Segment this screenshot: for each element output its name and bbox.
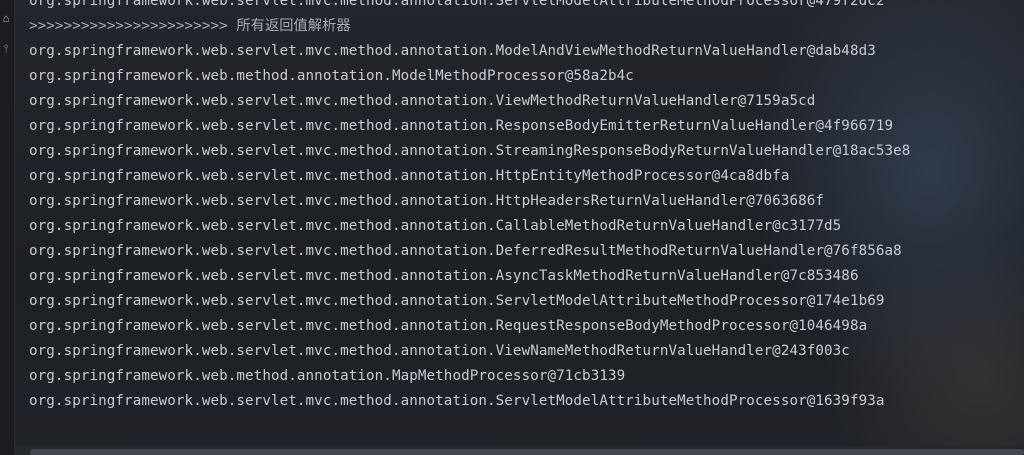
console-line: org.springframework.web.servlet.mvc.meth… bbox=[29, 293, 885, 309]
console-line: org.springframework.web.method.annotatio… bbox=[29, 68, 634, 84]
console-line: org.springframework.web.servlet.mvc.meth… bbox=[29, 43, 876, 59]
console-line: org.springframework.web.servlet.mvc.meth… bbox=[29, 118, 894, 134]
pin-icon[interactable]: ⫯ bbox=[0, 42, 12, 56]
horizontal-scrollbar[interactable] bbox=[14, 446, 1024, 455]
console-gutter: ⌂ ⫯ bbox=[0, 0, 15, 455]
console-line: org.springframework.web.servlet.mvc.meth… bbox=[29, 268, 859, 284]
console-line: org.springframework.web.servlet.mvc.meth… bbox=[29, 0, 885, 9]
lock-icon[interactable]: ⌂ bbox=[0, 12, 12, 26]
console-line: org.springframework.web.servlet.mvc.meth… bbox=[29, 393, 885, 409]
console-line: org.springframework.web.method.annotatio… bbox=[29, 368, 626, 384]
console-line: org.springframework.web.servlet.mvc.meth… bbox=[29, 343, 850, 359]
console-line: org.springframework.web.servlet.mvc.meth… bbox=[29, 318, 868, 334]
console-line: org.springframework.web.servlet.mvc.meth… bbox=[29, 243, 902, 259]
console-line: org.springframework.web.servlet.mvc.meth… bbox=[29, 218, 842, 234]
scrollbar-thumb[interactable] bbox=[30, 449, 1024, 455]
console-line: org.springframework.web.servlet.mvc.meth… bbox=[29, 93, 816, 109]
console-output[interactable]: org.springframework.web.servlet.mvc.meth… bbox=[29, 0, 1024, 414]
console-line: org.springframework.web.servlet.mvc.meth… bbox=[29, 193, 825, 209]
console-line: org.springframework.web.servlet.mvc.meth… bbox=[29, 168, 790, 184]
console-line: org.springframework.web.servlet.mvc.meth… bbox=[29, 143, 911, 159]
console-line-section-header: >>>>>>>>>>>>>>>>>>>>>>> 所有返回值解析器 bbox=[29, 18, 351, 34]
